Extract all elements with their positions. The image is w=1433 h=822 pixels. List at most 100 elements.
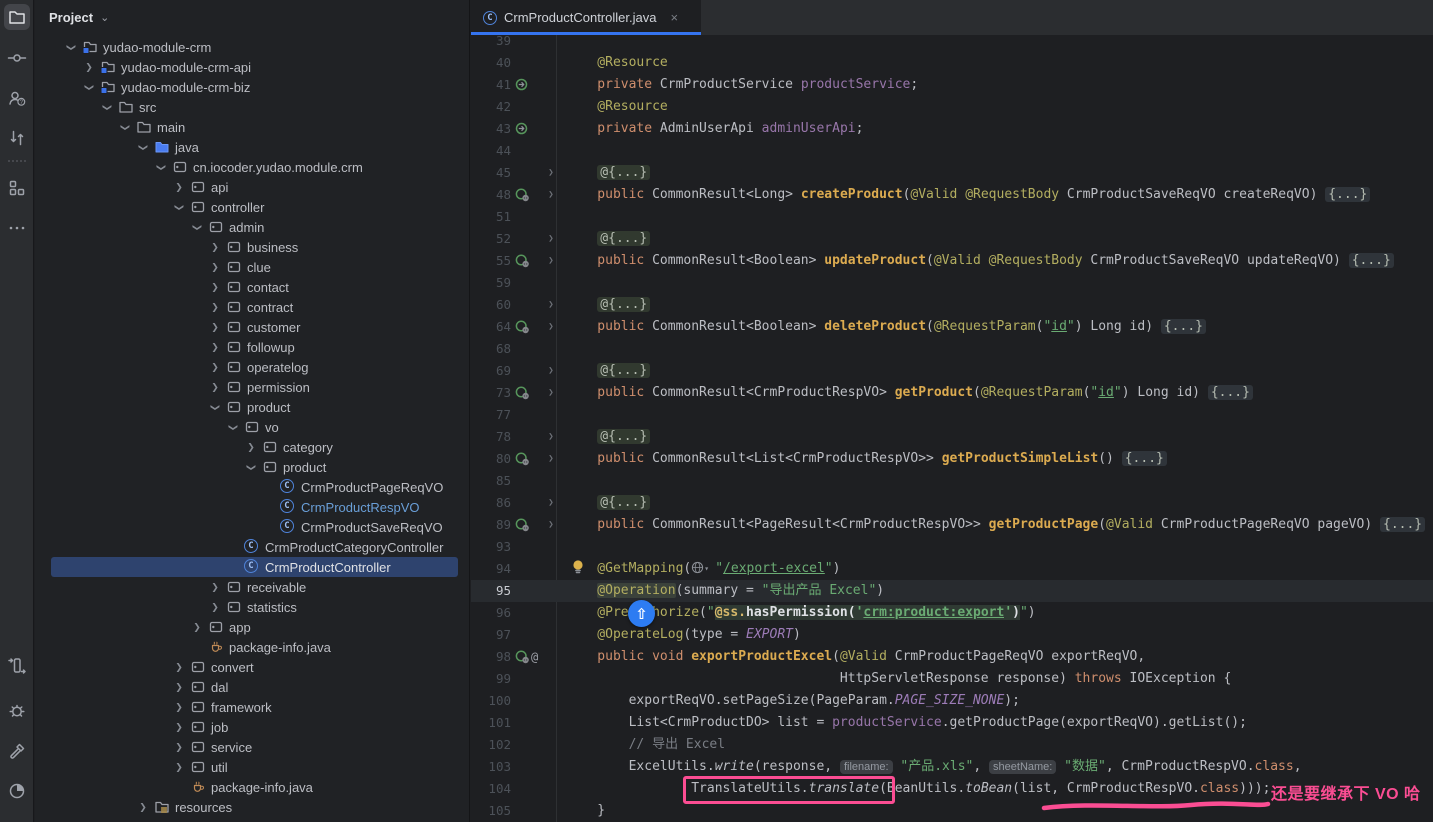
- code-area[interactable]: 3940@Resource41private CrmProductService…: [471, 0, 1433, 822]
- tree-item-dal[interactable]: ❯dal: [35, 677, 469, 697]
- tree-item-service[interactable]: ❯service: [35, 737, 469, 757]
- chevron-collapsed-icon[interactable]: ❯: [173, 682, 185, 693]
- code-line-101[interactable]: 101List<CrmProductDO> list = productServ…: [471, 712, 1433, 734]
- code-line-45[interactable]: 45❯@{...}: [471, 162, 1433, 184]
- tree-item-src[interactable]: ❯src: [35, 97, 469, 117]
- chevron-collapsed-icon[interactable]: ❯: [209, 302, 221, 313]
- tree-item-crmproductcategorycontroller[interactable]: CCrmProductCategoryController: [35, 537, 469, 557]
- chevron-collapsed-icon[interactable]: ❯: [173, 702, 185, 713]
- fold-region-icon[interactable]: ❯: [545, 294, 557, 316]
- services-icon[interactable]: [4, 653, 30, 679]
- tree-item-product[interactable]: ❯product: [35, 397, 469, 417]
- fold-region-icon[interactable]: ❯: [545, 316, 557, 338]
- project-icon[interactable]: [4, 4, 30, 30]
- code-line-69[interactable]: 69❯@{...}: [471, 360, 1433, 382]
- fold-region-icon[interactable]: ❯: [545, 162, 557, 184]
- chevron-collapsed-icon[interactable]: ❯: [209, 322, 221, 333]
- tree-item-product[interactable]: ❯product: [35, 457, 469, 477]
- chevron-expanded-icon[interactable]: ❯: [84, 81, 95, 93]
- code-line-103[interactable]: 103ExcelUtils.write(response, filename: …: [471, 756, 1433, 778]
- code-line-102[interactable]: 102// 导出 Excel: [471, 734, 1433, 756]
- chevron-collapsed-icon[interactable]: ❯: [173, 762, 185, 773]
- tree-item-clue[interactable]: ❯clue: [35, 257, 469, 277]
- endpoint-icon[interactable]: [515, 518, 545, 532]
- tree-item-resources[interactable]: ❯resources: [35, 797, 469, 817]
- code-line-55[interactable]: 55❯public CommonResult<Boolean> updatePr…: [471, 250, 1433, 272]
- tree-item-convert[interactable]: ❯convert: [35, 657, 469, 677]
- build-icon[interactable]: [4, 738, 30, 764]
- close-icon[interactable]: ×: [670, 10, 678, 25]
- fold-region-icon[interactable]: ❯: [545, 184, 557, 206]
- chevron-collapsed-icon[interactable]: ❯: [209, 262, 221, 273]
- code-line-68[interactable]: 68: [471, 338, 1433, 360]
- code-line-80[interactable]: 80❯public CommonResult<List<CrmProductRe…: [471, 448, 1433, 470]
- more-tools-icon[interactable]: [4, 215, 30, 241]
- code-line-97[interactable]: 97@OperateLog(type = EXPORT): [471, 624, 1433, 646]
- url-globe-inlay-icon[interactable]: ▾: [691, 558, 715, 580]
- tree-item-package-info-java[interactable]: package-info.java: [35, 637, 469, 657]
- code-line-78[interactable]: 78❯@{...}: [471, 426, 1433, 448]
- chevron-collapsed-icon[interactable]: ❯: [173, 742, 185, 753]
- endpoint-icon[interactable]: [515, 452, 545, 466]
- code-line-98[interactable]: 98@public void exportProductExcel(@Valid…: [471, 646, 1433, 668]
- chevron-collapsed-icon[interactable]: ❯: [209, 382, 221, 393]
- code-line-94[interactable]: 94@GetMapping(▾"/export-excel"): [471, 558, 1433, 580]
- endpoint-icon[interactable]: [515, 254, 545, 268]
- tree-item-permission[interactable]: ❯permission: [35, 377, 469, 397]
- tree-item-followup[interactable]: ❯followup: [35, 337, 469, 357]
- chevron-collapsed-icon[interactable]: ❯: [173, 722, 185, 733]
- fold-region-icon[interactable]: ❯: [545, 250, 557, 272]
- tree-item-cn-iocoder-yudao-module-crm[interactable]: ❯cn.iocoder.yudao.module.crm: [35, 157, 469, 177]
- code-line-85[interactable]: 85: [471, 470, 1433, 492]
- chevron-collapsed-icon[interactable]: ❯: [137, 802, 149, 813]
- profiler-icon[interactable]: [4, 778, 30, 804]
- code-line-64[interactable]: 64❯public CommonResult<Boolean> deletePr…: [471, 316, 1433, 338]
- tree-item-package-info-java[interactable]: package-info.java: [35, 777, 469, 797]
- code-line-42[interactable]: 42@Resource: [471, 96, 1433, 118]
- chevron-expanded-icon[interactable]: ❯: [66, 41, 77, 53]
- chevron-collapsed-icon[interactable]: ❯: [209, 362, 221, 373]
- tree-item-yudao-module-crm[interactable]: ❯yudao-module-crm: [35, 37, 469, 57]
- tree-item-job[interactable]: ❯job: [35, 717, 469, 737]
- tree-item-framework[interactable]: ❯framework: [35, 697, 469, 717]
- tree-item-crmproductsavereqvo[interactable]: CCrmProductSaveReqVO: [35, 517, 469, 537]
- fold-region-icon[interactable]: ❯: [545, 514, 557, 536]
- chevron-expanded-icon[interactable]: ❯: [138, 141, 149, 153]
- code-line-86[interactable]: 86❯@{...}: [471, 492, 1433, 514]
- code-line-100[interactable]: 100exportReqVO.setPageSize(PageParam.PAG…: [471, 690, 1433, 712]
- code-line-59[interactable]: 59: [471, 272, 1433, 294]
- chevron-collapsed-icon[interactable]: ❯: [209, 342, 221, 353]
- code-line-48[interactable]: 48❯public CommonResult<Long> createProdu…: [471, 184, 1433, 206]
- structure-icon[interactable]: [4, 175, 30, 201]
- tree-item-customer[interactable]: ❯customer: [35, 317, 469, 337]
- chevron-expanded-icon[interactable]: ❯: [210, 401, 221, 413]
- chevron-expanded-icon[interactable]: ❯: [174, 201, 185, 213]
- code-line-52[interactable]: 52❯@{...}: [471, 228, 1433, 250]
- tree-item-yudao-module-crm-api[interactable]: ❯yudao-module-crm-api: [35, 57, 469, 77]
- fold-region-icon[interactable]: ❯: [545, 492, 557, 514]
- tree-item-main[interactable]: ❯main: [35, 117, 469, 137]
- code-line-43[interactable]: 43private AdminUserApi adminUserApi;: [471, 118, 1433, 140]
- code-line-77[interactable]: 77: [471, 404, 1433, 426]
- commit-icon[interactable]: [4, 45, 30, 71]
- code-line-51[interactable]: 51: [471, 206, 1433, 228]
- chevron-expanded-icon[interactable]: ❯: [246, 461, 257, 473]
- chevron-expanded-icon[interactable]: ❯: [102, 101, 113, 113]
- tree-item-contract[interactable]: ❯contract: [35, 297, 469, 317]
- tree-item-crmproductcontroller[interactable]: CCrmProductController: [35, 557, 469, 577]
- tree-item-crmproductpagereqvo[interactable]: CCrmProductPageReqVO: [35, 477, 469, 497]
- collaboration-help-icon[interactable]: ?: [4, 85, 30, 111]
- tree-item-yudao-module-crm-biz[interactable]: ❯yudao-module-crm-biz: [35, 77, 469, 97]
- code-line-89[interactable]: 89❯public CommonResult<PageResult<CrmPro…: [471, 514, 1433, 536]
- tree-item-operatelog[interactable]: ❯operatelog: [35, 357, 469, 377]
- fold-region-icon[interactable]: ❯: [545, 426, 557, 448]
- code-line-96[interactable]: 96@PreAuthorize("@ss.hasPermission('crm:…: [471, 602, 1433, 624]
- tree-item-business[interactable]: ❯business: [35, 237, 469, 257]
- spring-bean-icon[interactable]: [515, 122, 545, 136]
- chevron-expanded-icon[interactable]: ❯: [156, 161, 167, 173]
- tree-item-admin[interactable]: ❯admin: [35, 217, 469, 237]
- tree-item-category[interactable]: ❯category: [35, 437, 469, 457]
- code-line-73[interactable]: 73❯public CommonResult<CrmProductRespVO>…: [471, 382, 1433, 404]
- code-line-40[interactable]: 40@Resource: [471, 52, 1433, 74]
- code-line-60[interactable]: 60❯@{...}: [471, 294, 1433, 316]
